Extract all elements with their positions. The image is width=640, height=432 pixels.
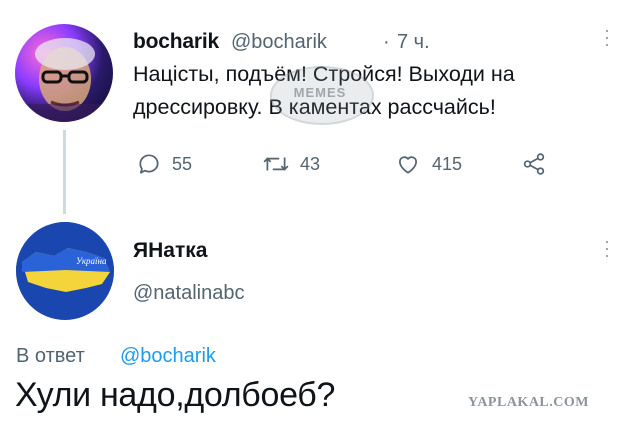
reply-author-handle[interactable]: @natalinabc xyxy=(133,282,244,305)
more-options-icon[interactable]: · · · xyxy=(602,232,612,264)
share-button[interactable] xyxy=(520,151,548,177)
avatar-natalinabc[interactable]: Україна xyxy=(16,222,114,320)
reply-count: 55 xyxy=(172,153,193,174)
like-count: 415 xyxy=(432,153,463,174)
tweet-text: Націсты, подъём! Стройся! Выходи на дрес… xyxy=(133,62,515,119)
reply-author-name[interactable]: ЯНатка xyxy=(133,239,207,263)
retweet-icon xyxy=(263,157,289,171)
watermark-text: MEMES xyxy=(293,85,347,100)
avatar-caption: Україна xyxy=(76,256,107,266)
reply-text: Хули надо,долбоеб? xyxy=(15,376,336,414)
heart-icon xyxy=(399,156,417,174)
avatar-portrait-image xyxy=(15,38,113,122)
author-handle[interactable]: @bocharik xyxy=(231,31,327,54)
retweet-button[interactable]: 43 xyxy=(262,151,320,177)
reply-context-label: В ответ xyxy=(16,345,85,367)
share-icon xyxy=(523,153,545,175)
reply-to-link[interactable]: @bocharik xyxy=(120,345,216,368)
like-button[interactable]: 415 xyxy=(394,151,462,177)
reply-button[interactable]: 55 xyxy=(136,151,192,177)
retweet-count: 43 xyxy=(300,153,321,174)
author-name[interactable]: bocharik xyxy=(133,30,219,54)
thread-connector-line xyxy=(63,130,66,214)
reply-icon xyxy=(139,154,159,174)
tweet-timestamp[interactable]: 7 ч. xyxy=(397,31,430,54)
meta-separator: · xyxy=(383,31,390,53)
more-options-icon[interactable]: · · · xyxy=(602,21,612,53)
avatar-ukraine-map-image: Україна xyxy=(16,222,114,320)
site-watermark: YAPLAKAL.COM xyxy=(468,395,589,410)
avatar-bocharik[interactable] xyxy=(15,24,113,122)
